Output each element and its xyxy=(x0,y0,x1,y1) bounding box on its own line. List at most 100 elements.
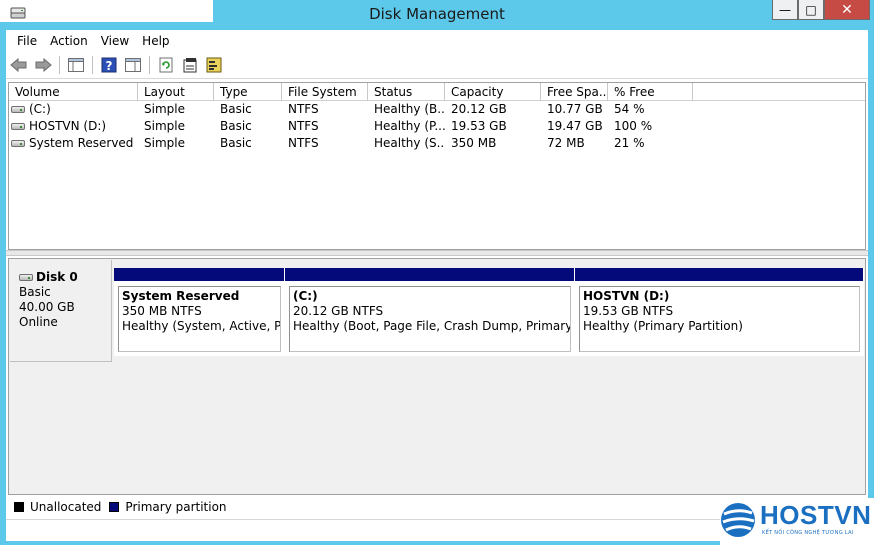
volume-cell: (C:) xyxy=(9,101,138,118)
partition-c-drive[interactable]: (C:) 20.12 GB NTFS Healthy (Boot, Page F… xyxy=(285,268,575,356)
disk-status: Online xyxy=(19,315,58,329)
file-system-cell: NTFS xyxy=(288,119,319,133)
pane-splitter[interactable] xyxy=(6,250,868,256)
disk-type: Basic xyxy=(19,285,51,299)
hostvn-brand: HOSTVN xyxy=(760,500,872,530)
menu-file[interactable]: File xyxy=(12,34,45,48)
table-row[interactable]: HOSTVN (D:) Simple Basic NTFS Healthy (P… xyxy=(9,118,865,135)
title-bar: Disk Management — □ ✕ xyxy=(0,0,874,30)
window-title: Disk Management xyxy=(369,5,505,23)
menu-action[interactable]: Action xyxy=(45,34,96,48)
partition-d-drive[interactable]: HOSTVN (D:) 19.53 GB NTFS Healthy (Prima… xyxy=(575,268,864,356)
toolbar-separator xyxy=(59,55,60,74)
type-cell: Basic xyxy=(220,136,252,150)
maximize-button[interactable]: □ xyxy=(798,0,824,20)
partition-name: (C:) xyxy=(293,289,318,303)
back-icon[interactable] xyxy=(9,55,29,75)
capacity-cell: 350 MB xyxy=(451,136,497,150)
partition-body: (C:) 20.12 GB NTFS Healthy (Boot, Page F… xyxy=(289,286,571,352)
legend-swatch-primary xyxy=(109,502,120,512)
percent-free-cell: 21 % xyxy=(614,136,645,150)
legend-label: Primary partition xyxy=(125,500,227,514)
capacity-cell: 19.53 GB xyxy=(451,119,507,133)
volume-drive-icon xyxy=(11,140,25,147)
volume-cell: HOSTVN (D:) xyxy=(9,118,138,135)
toolbar: ? xyxy=(6,51,868,79)
disk-name-row: Disk 0 xyxy=(19,270,111,285)
svg-text:?: ? xyxy=(106,59,113,73)
free-space-cell: 10.77 GB xyxy=(547,102,603,116)
window-frame-right xyxy=(868,30,874,545)
column-header-status[interactable]: Status xyxy=(368,83,445,101)
volume-cell: System Reserved xyxy=(9,135,138,152)
close-button[interactable]: ✕ xyxy=(824,0,870,20)
forward-icon[interactable] xyxy=(33,55,53,75)
console-tree-icon[interactable] xyxy=(66,55,86,75)
file-system-cell: NTFS xyxy=(288,102,319,116)
layout-cell: Simple xyxy=(144,119,185,133)
disk-info-panel[interactable]: Disk 0 Basic 40.00 GB Online xyxy=(10,260,112,362)
table-row[interactable]: System Reserved Simple Basic NTFS Health… xyxy=(9,135,865,152)
column-header-layout[interactable]: Layout xyxy=(138,83,214,101)
volume-drive-icon xyxy=(11,123,25,130)
hostvn-logo-icon xyxy=(721,503,755,537)
help-icon[interactable]: ? xyxy=(99,55,119,75)
layout-cell: Simple xyxy=(144,102,185,116)
menu-help[interactable]: Help xyxy=(137,34,177,48)
partition-body: System Reserved 350 MB NTFS Healthy (Sys… xyxy=(118,286,281,352)
volume-name: HOSTVN (D:) xyxy=(29,119,107,133)
percent-free-cell: 100 % xyxy=(614,119,653,133)
partition-size: 19.53 GB NTFS xyxy=(583,304,674,318)
column-header-volume[interactable]: Volume xyxy=(9,83,138,101)
file-system-cell: NTFS xyxy=(288,136,319,150)
export-list-icon[interactable] xyxy=(204,55,224,75)
status-cell: Healthy (S... xyxy=(374,136,445,150)
column-header-type[interactable]: Type xyxy=(214,83,282,101)
partition-band xyxy=(285,268,574,281)
partition-status: Healthy (Boot, Page File, Crash Dump, Pr… xyxy=(293,319,571,333)
hostvn-watermark: HOSTVN KẾT NỐI CÔNG NGHỆ TƯƠNG LAI xyxy=(720,498,874,545)
maximize-icon: □ xyxy=(805,2,817,17)
properties-icon[interactable] xyxy=(180,55,200,75)
status-cell: Healthy (P... xyxy=(374,119,445,133)
type-cell: Basic xyxy=(220,102,252,116)
minimize-button[interactable]: — xyxy=(772,0,798,20)
window-frame-left xyxy=(0,30,6,545)
menu-view[interactable]: View xyxy=(96,34,137,48)
partition-body: HOSTVN (D:) 19.53 GB NTFS Healthy (Prima… xyxy=(579,286,860,352)
column-header-capacity[interactable]: Capacity xyxy=(445,83,541,101)
status-cell: Healthy (B... xyxy=(374,102,445,116)
column-header-free-space[interactable]: Free Spa... xyxy=(541,83,608,101)
column-header-file-system[interactable]: File System xyxy=(282,83,368,101)
partition-band xyxy=(575,268,863,281)
volume-name: (C:) xyxy=(29,102,51,116)
hostvn-tagline: KẾT NỐI CÔNG NGHỆ TƯƠNG LAI xyxy=(762,530,854,536)
toolbar-separator xyxy=(92,55,93,74)
partition-system-reserved[interactable]: System Reserved 350 MB NTFS Healthy (Sys… xyxy=(114,268,285,356)
type-cell: Basic xyxy=(220,119,252,133)
disk-name: Disk 0 xyxy=(36,270,78,284)
disk-graphical-view: Disk 0 Basic 40.00 GB Online System Rese… xyxy=(8,258,866,495)
table-row[interactable]: (C:) Simple Basic NTFS Healthy (B... 20.… xyxy=(9,101,865,118)
toolbar-separator xyxy=(149,55,150,74)
refresh-icon[interactable] xyxy=(156,55,176,75)
volume-drive-icon xyxy=(11,106,25,113)
free-space-cell: 19.47 GB xyxy=(547,119,603,133)
partition-status: Healthy (System, Active, Prim xyxy=(122,319,281,333)
show-pane-icon[interactable] xyxy=(123,55,143,75)
partition-size: 20.12 GB NTFS xyxy=(293,304,384,318)
disk-size: 40.00 GB xyxy=(19,300,75,314)
disk-icon xyxy=(19,274,33,281)
minimize-icon: — xyxy=(779,2,791,17)
legend-primary-partition: Primary partition xyxy=(109,500,227,514)
close-icon: ✕ xyxy=(841,1,853,18)
menu-bar: File Action View Help xyxy=(6,30,868,51)
partition-strip: System Reserved 350 MB NTFS Healthy (Sys… xyxy=(114,268,864,356)
partition-band xyxy=(114,268,284,281)
volume-name: System Reserved xyxy=(29,136,134,150)
layout-cell: Simple xyxy=(144,136,185,150)
partition-size: 350 MB NTFS xyxy=(122,304,202,318)
column-header-percent-free[interactable]: % Free xyxy=(608,83,693,101)
volume-list-header: Volume Layout Type File System Status Ca… xyxy=(9,83,865,101)
partition-name: System Reserved xyxy=(122,289,240,303)
